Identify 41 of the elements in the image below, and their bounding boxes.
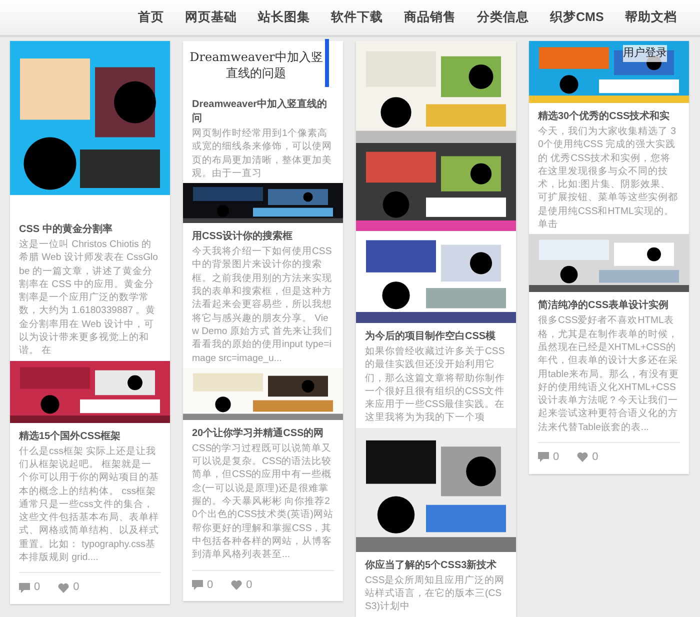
nav-link[interactable]: 站长图集	[252, 0, 316, 35]
accent-bar	[325, 39, 329, 87]
post-excerpt: CSS是众所周知且应用广泛的网站样式语言，在它的版本三(CSS3)计划中	[365, 574, 506, 614]
nav-link[interactable]: 分类信息	[471, 0, 535, 35]
post-title[interactable]: Dreamweaver中加入竖直线的问	[192, 98, 334, 126]
image-heading: Dreamweaver中加入竖直线的问题	[188, 49, 324, 82]
post-title[interactable]: 你应当了解的5个CSS3新技术	[365, 558, 507, 573]
post-title[interactable]: 精选15个国外CSS框架	[19, 430, 161, 444]
post-excerpt: 这是一位叫 Christos Chiotis 的希腊 Web 设计师发表在 CssGlobe 的一篇文章，讲述了黄金分割率在 CSS 中的应用。黄金分割率是一个应用广泛的数学常数，大约为 1.6180339887 。黄金分割率用在 Web 设计中，可以为设计带来更多视觉上的和谐。 在	[19, 238, 160, 358]
post-title[interactable]: 精选30个优秀的CSS技术和实	[538, 110, 680, 124]
heart-icon	[231, 580, 242, 590]
post-title[interactable]: 简洁纯净的CSS表单设计实例	[538, 299, 680, 314]
post-excerpt: 今天我将介绍一下如何使用CSS中的背景图片来设计你的搜索框。之前我使用别的方法来实现我的表单和搜索框，但是这种方法看起来会更容易些，所以我想将它与感兴趣的朋友分享。 View Demo 原始方式 首先来让我们看看我的原始的使用input type=image src=image_u...	[192, 245, 334, 365]
post-excerpt: 如果你曾经收藏过许多关于CSS的最佳实践但还没开始利用它们，那么这篇文章将帮助你制作一个很好且很有组织的CSS文件来应用于一些CSS最佳实践。在这里我将为为我的下一个项	[365, 345, 506, 425]
comment-icon	[538, 452, 549, 462]
post-title[interactable]: 20个让你学习并精通CSS的网	[192, 426, 334, 441]
post-title[interactable]: 用CSS设计你的搜索框	[192, 230, 334, 244]
nav-link[interactable]: 网页基础	[179, 0, 243, 35]
post-excerpt: 很多CSS爱好者不喜欢HTML表格，尤其是在制作表单的时候，虽然现在已经是XHTML+CSS的年代，但表单的设计大多还在采用table来布局。那么，有没有更好的使用纯语义化XHTML+CSS设计表单方法呢？今天让我们一起来尝试这种更符合语义化的方法来代替Table嵌套的表...	[538, 314, 680, 434]
comment-count: 0	[34, 580, 40, 596]
comment-count: 0	[207, 578, 214, 593]
like-count: 0	[592, 450, 598, 466]
login-link[interactable]: 用户登录	[623, 45, 667, 62]
heart-icon	[58, 582, 70, 593]
nav-link[interactable]: 帮助文档	[618, 0, 683, 35]
post-excerpt: 网页制作时经常用到1个像素高或宽的细线条来修饰，可以使网页的布局更加清晰，整体更加美观。由于一直习	[192, 127, 333, 180]
like-count: 0	[246, 578, 252, 593]
heart-icon	[577, 452, 588, 462]
nav-link[interactable]: 首页	[132, 0, 170, 35]
post-title[interactable]: CSS 中的黄金分割率	[19, 223, 161, 237]
like-count: 0	[73, 580, 80, 596]
comment-icon	[19, 582, 30, 593]
post-title[interactable]: 为今后的项目制作空白CSS模	[365, 330, 507, 344]
nav-link[interactable]: 软件下载	[325, 0, 389, 35]
post-excerpt: 今天，我们为大家收集精选了 30个使用纯CSS 完成的强大实践的 优秀CSS技术和实例，您将在这里发现很多与众不同的技术，比如:图片集、阴影效果、可扩展按钮、菜单等这些实例都是使用纯CSS和HTML实现的。单击	[538, 125, 679, 232]
nav-link[interactable]: 织梦CMS	[544, 0, 610, 35]
post-excerpt: CSS的学习过程既可以说简单又可以说是复杂。CSS的语法比较简单，但CSS的应用中有一些概念(一可以说是原理)还是很难掌握的。今天暴风彬彬 向你推荐20个出色的CSS技术类(英语)网站帮你更好的理解和掌握CSS，其中包括各种各样的网站，从博客到清单风格列表甚至...	[192, 442, 334, 562]
comment-count: 0	[553, 450, 560, 466]
comment-icon	[192, 580, 203, 590]
nav-link[interactable]: 商品销售	[398, 0, 462, 35]
post-excerpt: 什么是css框架 实际上还是让我们从框架说起吧。 框架就是一个你可以用于你的网站项目的基本的概念上的结构体。 css框架通常只是一些css文件的集合，这些文件包括基本布局、表单样式、网格或简单结构、以及样式重置。比如： typography.css基本排版规则 grid....	[19, 444, 160, 564]
